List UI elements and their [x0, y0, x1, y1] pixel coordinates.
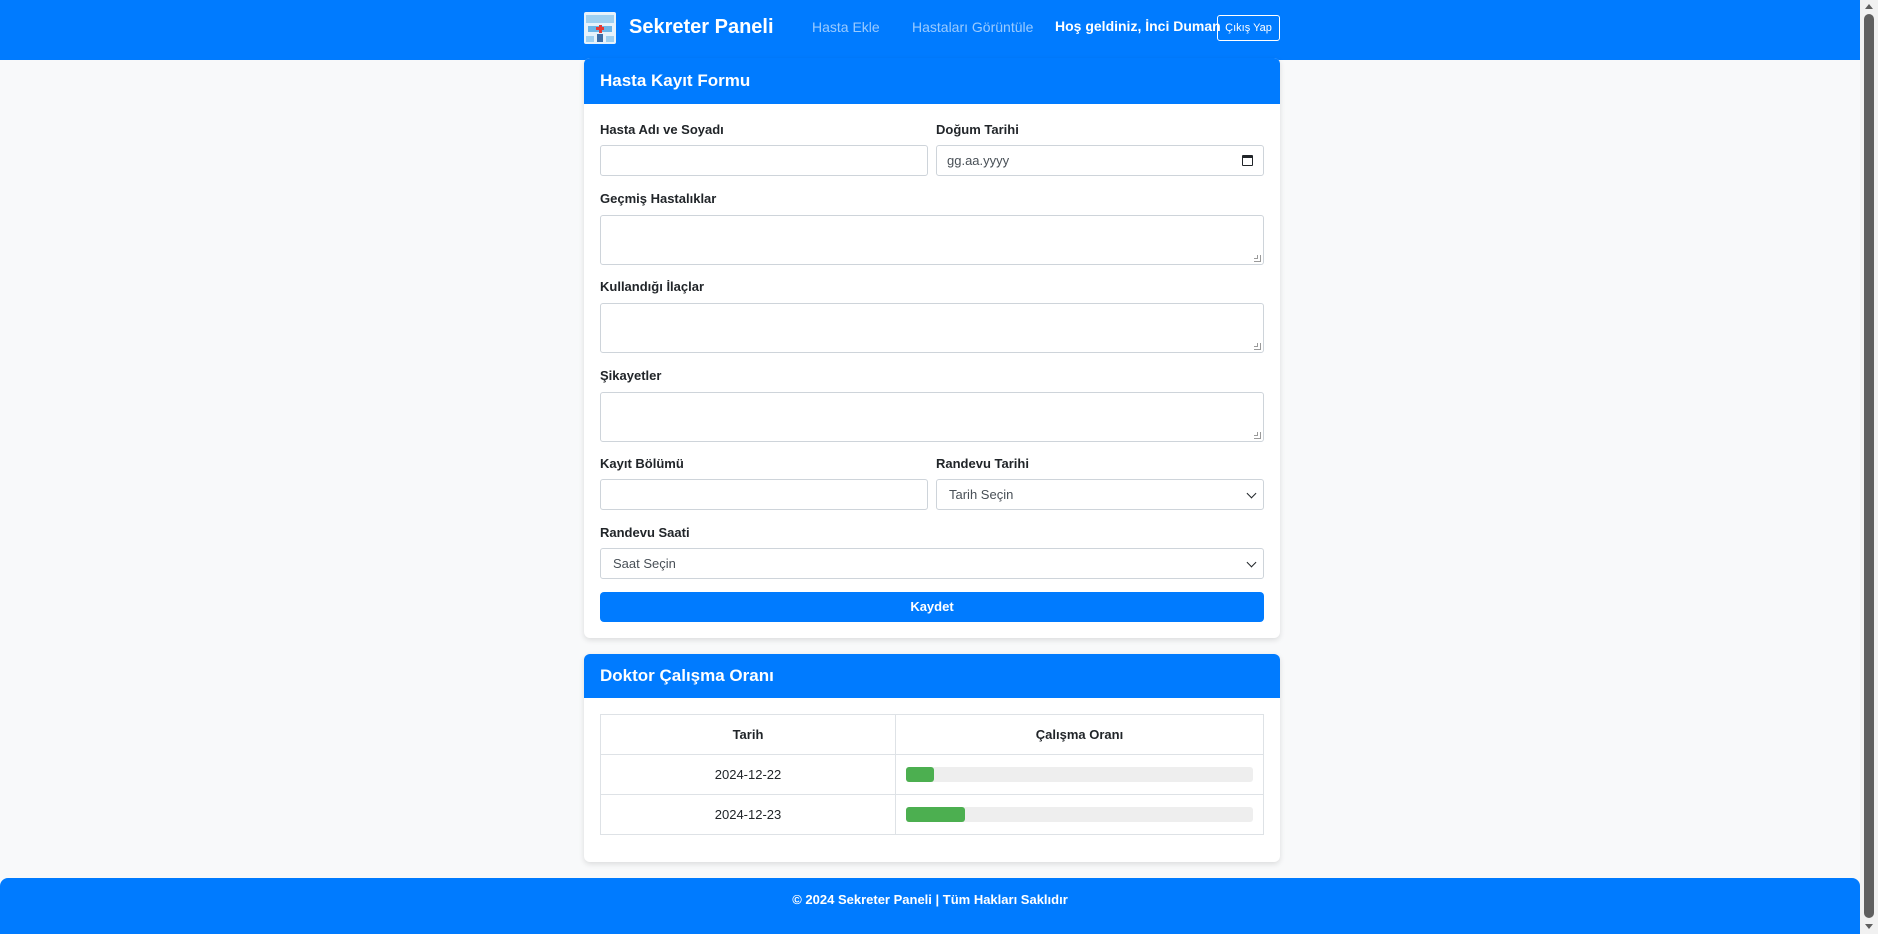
table-row: 2024-12-23: [600, 794, 1264, 835]
nav-link-add-patient[interactable]: Hasta Ekle: [812, 19, 880, 35]
past-illnesses-textarea[interactable]: [600, 215, 1264, 265]
scroll-down-icon[interactable]: [1865, 924, 1873, 929]
rate-cell: [895, 794, 1264, 835]
resize-handle-icon[interactable]: [1254, 343, 1261, 350]
rate-progress-bar: [906, 767, 1253, 782]
department-input[interactable]: [600, 479, 928, 510]
medications-textarea[interactable]: [600, 303, 1264, 353]
scroll-up-icon[interactable]: [1865, 4, 1873, 9]
logout-button[interactable]: Çıkış Yap: [1217, 15, 1280, 41]
row-date: 2024-12-23: [600, 794, 896, 835]
hospital-building-icon: [584, 12, 616, 44]
calendar-icon[interactable]: [1242, 155, 1253, 166]
page-scrollbar[interactable]: [1860, 0, 1878, 934]
resize-handle-icon[interactable]: [1254, 432, 1261, 439]
rate-progress-fill: [906, 767, 934, 782]
name-label: Hasta Adı ve Soyadı: [600, 122, 724, 137]
rate-progress-bar: [906, 807, 1253, 822]
table-row: 2024-12-22: [600, 754, 1264, 795]
scroll-thumb[interactable]: [1864, 14, 1874, 918]
birth-date-placeholder: gg.aa.yyyy: [947, 153, 1010, 168]
complaints-textarea[interactable]: [600, 392, 1264, 442]
birth-date-input[interactable]: gg.aa.yyyy: [936, 145, 1264, 176]
save-button[interactable]: Kaydet: [600, 592, 1264, 622]
doctor-rate-title: Doktor Çalışma Oranı: [584, 654, 1280, 698]
doctor-rate-card: Doktor Çalışma Oranı Tarih Çalışma Oranı…: [584, 654, 1280, 862]
doctor-rate-table: Tarih Çalışma Oranı 2024-12-22 2024-12-2…: [600, 714, 1264, 835]
chevron-down-icon: [1246, 488, 1257, 499]
appointment-time-select[interactable]: Saat Seçin: [600, 548, 1264, 579]
patient-form-card: Hasta Kayıt Formu Hasta Adı ve Soyadı Do…: [584, 58, 1280, 638]
rate-cell: [895, 754, 1264, 795]
patient-form-title: Hasta Kayıt Formu: [584, 58, 1280, 104]
column-header-rate: Çalışma Oranı: [895, 714, 1264, 755]
complaints-label: Şikayetler: [600, 368, 662, 383]
appointment-time-selected: Saat Seçin: [613, 556, 676, 571]
welcome-text: Hoş geldiniz, İnci Duman: [1055, 18, 1221, 34]
appointment-date-label: Randevu Tarihi: [936, 456, 1029, 471]
nav-link-view-patients[interactable]: Hastaları Görüntüle: [912, 19, 1033, 35]
brand-title[interactable]: Sekreter Paneli: [629, 14, 774, 40]
medications-label: Kullandığı İlaçlar: [600, 279, 705, 294]
patient-name-input[interactable]: [600, 145, 928, 176]
birth-date-label: Doğum Tarihi: [936, 122, 1019, 137]
past-illnesses-label: Geçmiş Hastalıklar: [600, 191, 717, 206]
resize-handle-icon[interactable]: [1254, 255, 1261, 262]
top-navbar: Sekreter Paneli Hasta Ekle Hastaları Gör…: [0, 0, 1860, 60]
chevron-down-icon: [1246, 557, 1257, 568]
rate-progress-fill: [906, 807, 965, 822]
appointment-time-label: Randevu Saati: [600, 525, 690, 540]
column-header-date: Tarih: [600, 714, 896, 755]
row-date: 2024-12-22: [600, 754, 896, 795]
department-label: Kayıt Bölümü: [600, 456, 684, 471]
appointment-date-select[interactable]: Tarih Seçin: [936, 479, 1264, 510]
appointment-date-selected: Tarih Seçin: [949, 487, 1014, 502]
footer: © 2024 Sekreter Paneli | Tüm Hakları Sak…: [0, 878, 1860, 934]
